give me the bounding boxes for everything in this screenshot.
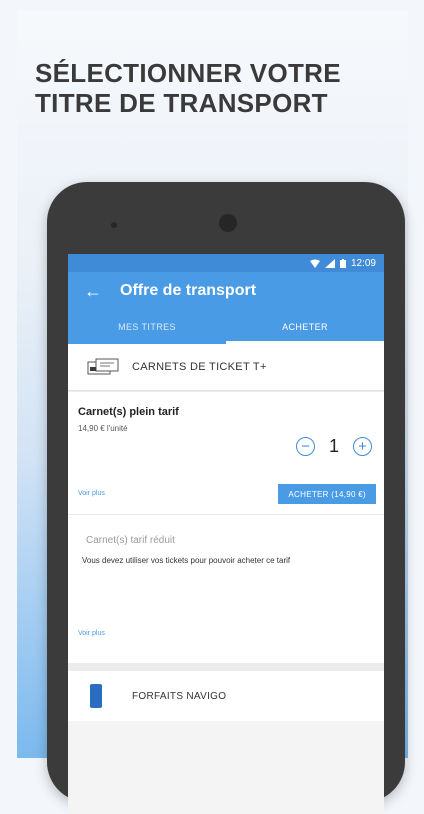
product-reduced-fare: Carnet(s) tarif réduit Vous devez utilis… bbox=[68, 515, 384, 671]
phone-speaker bbox=[111, 222, 117, 228]
status-bar: 12:09 bbox=[68, 254, 384, 272]
ticket-icon bbox=[87, 358, 119, 375]
product-full-price: 14,90 € l'unité bbox=[78, 424, 128, 433]
battery-icon bbox=[339, 258, 346, 268]
quantity-stepper: − 1 + bbox=[295, 436, 372, 457]
see-more-link[interactable]: Voir plus bbox=[78, 490, 105, 497]
phone-frame: 12:09 ← Offre de transport MES TITRES AC… bbox=[47, 182, 405, 814]
product-full-fare: Carnet(s) plein tarif 14,90 € l'unité − … bbox=[68, 391, 384, 515]
section-tickets: CARNETS DE TICKET T+ bbox=[68, 344, 384, 391]
quantity-value: 1 bbox=[328, 436, 339, 456]
promo-headline: SÉLECTIONNER VOTRE TITRE DE TRANSPORT bbox=[35, 58, 395, 118]
tab-mes-titres[interactable]: MES TITRES bbox=[68, 310, 226, 344]
section-navigo-title: FORFAITS NAVIGO bbox=[132, 690, 227, 702]
decrement-button[interactable]: − bbox=[295, 437, 315, 456]
section-navigo-header[interactable]: FORFAITS NAVIGO bbox=[68, 671, 384, 721]
tab-active-indicator bbox=[226, 341, 384, 344]
status-time: 12:09 bbox=[350, 257, 376, 269]
promo-headline-line1: SÉLECTIONNER VOTRE bbox=[35, 58, 341, 88]
signal-icon bbox=[324, 258, 335, 268]
increment-button[interactable]: + bbox=[353, 437, 372, 456]
buy-button[interactable]: ACHETER (14,90 €) bbox=[278, 484, 376, 504]
see-more-link-reduced[interactable]: Voir plus bbox=[78, 630, 105, 637]
product-full-name: Carnet(s) plein tarif bbox=[78, 406, 179, 418]
promo-headline-line2: TITRE DE TRANSPORT bbox=[35, 88, 328, 118]
app-bar: ← Offre de transport bbox=[68, 272, 384, 310]
product-reduced-name: Carnet(s) tarif réduit bbox=[86, 535, 175, 546]
section-tickets-header[interactable]: CARNETS DE TICKET T+ bbox=[68, 344, 384, 390]
navigo-card-icon bbox=[90, 684, 102, 708]
tab-bar: MES TITRES ACHETER bbox=[68, 310, 384, 344]
back-arrow-icon[interactable]: ← bbox=[84, 282, 106, 300]
wifi-icon bbox=[309, 259, 320, 268]
section-tickets-title: CARNETS DE TICKET T+ bbox=[132, 361, 267, 373]
phone-camera bbox=[219, 214, 237, 232]
phone-screen: 12:09 ← Offre de transport MES TITRES AC… bbox=[68, 254, 384, 814]
tab-acheter[interactable]: ACHETER bbox=[226, 310, 384, 344]
app-bar-title: Offre de transport bbox=[120, 282, 257, 299]
product-reduced-message: Vous devez utiliser vos tickets pour pou… bbox=[82, 556, 291, 565]
